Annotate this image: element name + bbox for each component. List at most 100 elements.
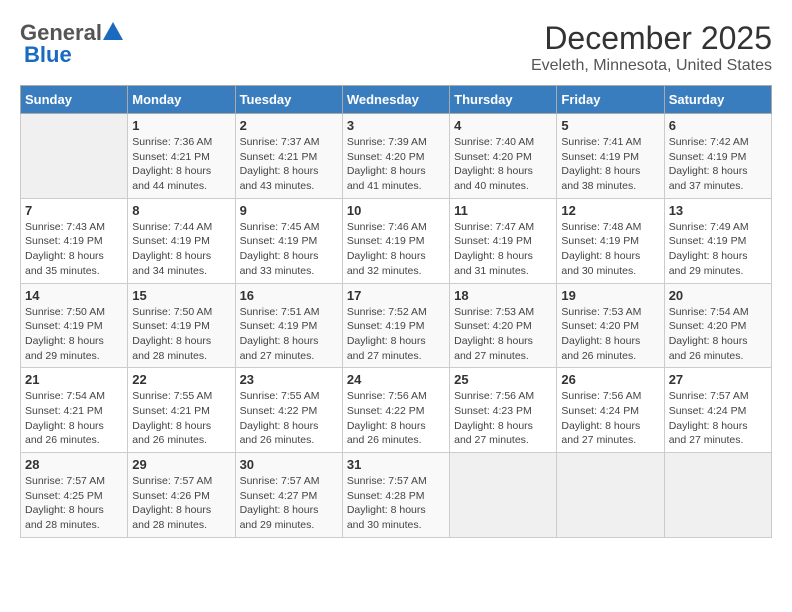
day-info: Sunrise: 7:54 AMSunset: 4:20 PMDaylight:… bbox=[669, 305, 767, 364]
calendar-cell: 10 Sunrise: 7:46 AMSunset: 4:19 PMDayligh… bbox=[342, 198, 449, 283]
day-info: Sunrise: 7:50 AMSunset: 4:19 PMDaylight:… bbox=[25, 305, 123, 364]
calendar-cell: 24 Sunrise: 7:56 AMSunset: 4:22 PMDayligh… bbox=[342, 368, 449, 453]
calendar-cell: 3 Sunrise: 7:39 AMSunset: 4:20 PMDaylight… bbox=[342, 114, 449, 199]
day-info: Sunrise: 7:48 AMSunset: 4:19 PMDaylight:… bbox=[561, 220, 659, 279]
day-number: 27 bbox=[669, 372, 767, 387]
logo: General Blue bbox=[20, 20, 123, 68]
day-info: Sunrise: 7:56 AMSunset: 4:22 PMDaylight:… bbox=[347, 389, 445, 448]
calendar-cell: 28 Sunrise: 7:57 AMSunset: 4:25 PMDayligh… bbox=[21, 453, 128, 538]
calendar-cell: 17 Sunrise: 7:52 AMSunset: 4:19 PMDayligh… bbox=[342, 283, 449, 368]
calendar-cell: 16 Sunrise: 7:51 AMSunset: 4:19 PMDayligh… bbox=[235, 283, 342, 368]
day-number: 17 bbox=[347, 288, 445, 303]
day-number: 3 bbox=[347, 118, 445, 133]
calendar-header-tuesday: Tuesday bbox=[235, 86, 342, 114]
day-info: Sunrise: 7:55 AMSunset: 4:21 PMDaylight:… bbox=[132, 389, 230, 448]
day-number: 15 bbox=[132, 288, 230, 303]
calendar-cell: 4 Sunrise: 7:40 AMSunset: 4:20 PMDaylight… bbox=[450, 114, 557, 199]
calendar-cell: 9 Sunrise: 7:45 AMSunset: 4:19 PMDaylight… bbox=[235, 198, 342, 283]
calendar-cell: 2Sunrise: 7:37 AMSunset: 4:21 PMDaylight… bbox=[235, 114, 342, 199]
calendar-cell: 31 Sunrise: 7:57 AMSunset: 4:28 PMDayligh… bbox=[342, 453, 449, 538]
day-info: Sunrise: 7:50 AMSunset: 4:19 PMDaylight:… bbox=[132, 305, 230, 364]
day-number: 12 bbox=[561, 203, 659, 218]
day-info: Sunrise: 7:39 AMSunset: 4:20 PMDaylight:… bbox=[347, 135, 445, 194]
day-number: 24 bbox=[347, 372, 445, 387]
day-number: 9 bbox=[240, 203, 338, 218]
calendar-cell bbox=[557, 453, 664, 538]
day-info: Sunrise: 7:40 AMSunset: 4:20 PMDaylight:… bbox=[454, 135, 552, 194]
logo-blue-text: Blue bbox=[24, 42, 72, 67]
day-info: Sunrise: 7:43 AMSunset: 4:19 PMDaylight:… bbox=[25, 220, 123, 279]
day-info: Sunrise: 7:52 AMSunset: 4:19 PMDaylight:… bbox=[347, 305, 445, 364]
day-info: Sunrise: 7:57 AMSunset: 4:26 PMDaylight:… bbox=[132, 474, 230, 533]
calendar-cell: 21 Sunrise: 7:54 AMSunset: 4:21 PMDayligh… bbox=[21, 368, 128, 453]
day-number: 21 bbox=[25, 372, 123, 387]
day-number: 28 bbox=[25, 457, 123, 472]
title-block: December 2025 Eveleth, Minnesota, United… bbox=[531, 20, 772, 75]
calendar-cell: 26Sunrise: 7:56 AMSunset: 4:24 PMDayligh… bbox=[557, 368, 664, 453]
day-info: Sunrise: 7:53 AMSunset: 4:20 PMDaylight:… bbox=[561, 305, 659, 364]
calendar-cell: 6 Sunrise: 7:42 AMSunset: 4:19 PMDaylight… bbox=[664, 114, 771, 199]
calendar-week-row: 28 Sunrise: 7:57 AMSunset: 4:25 PMDayligh… bbox=[21, 453, 772, 538]
day-info: Sunrise: 7:57 AMSunset: 4:24 PMDaylight:… bbox=[669, 389, 767, 448]
logo-triangle-icon bbox=[103, 22, 123, 40]
calendar-cell: 20 Sunrise: 7:54 AMSunset: 4:20 PMDayligh… bbox=[664, 283, 771, 368]
day-number: 1 bbox=[132, 118, 230, 133]
day-info: Sunrise: 7:53 AMSunset: 4:20 PMDaylight:… bbox=[454, 305, 552, 364]
day-number: 7 bbox=[25, 203, 123, 218]
day-info: Sunrise: 7:45 AMSunset: 4:19 PMDaylight:… bbox=[240, 220, 338, 279]
day-number: 2 bbox=[240, 118, 338, 133]
day-number: 26 bbox=[561, 372, 659, 387]
day-info: Sunrise: 7:49 AMSunset: 4:19 PMDaylight:… bbox=[669, 220, 767, 279]
day-info: Sunrise: 7:51 AMSunset: 4:19 PMDaylight:… bbox=[240, 305, 338, 364]
calendar-week-row: 14 Sunrise: 7:50 AMSunset: 4:19 PMDayligh… bbox=[21, 283, 772, 368]
calendar-header-thursday: Thursday bbox=[450, 86, 557, 114]
calendar-week-row: 7 Sunrise: 7:43 AMSunset: 4:19 PMDaylight… bbox=[21, 198, 772, 283]
day-info: Sunrise: 7:57 AMSunset: 4:27 PMDaylight:… bbox=[240, 474, 338, 533]
day-info: Sunrise: 7:44 AMSunset: 4:19 PMDaylight:… bbox=[132, 220, 230, 279]
calendar-cell: 15 Sunrise: 7:50 AMSunset: 4:19 PMDayligh… bbox=[128, 283, 235, 368]
calendar-cell bbox=[664, 453, 771, 538]
calendar-cell: 8 Sunrise: 7:44 AMSunset: 4:19 PMDaylight… bbox=[128, 198, 235, 283]
day-info: Sunrise: 7:46 AMSunset: 4:19 PMDaylight:… bbox=[347, 220, 445, 279]
day-number: 11 bbox=[454, 203, 552, 218]
day-info: Sunrise: 7:42 AMSunset: 4:19 PMDaylight:… bbox=[669, 135, 767, 194]
calendar-cell: 14 Sunrise: 7:50 AMSunset: 4:19 PMDayligh… bbox=[21, 283, 128, 368]
calendar-header-wednesday: Wednesday bbox=[342, 86, 449, 114]
calendar-cell: 30 Sunrise: 7:57 AMSunset: 4:27 PMDayligh… bbox=[235, 453, 342, 538]
calendar-cell: 19 Sunrise: 7:53 AMSunset: 4:20 PMDayligh… bbox=[557, 283, 664, 368]
calendar-header-row: SundayMondayTuesdayWednesdayThursdayFrid… bbox=[21, 86, 772, 114]
calendar-cell: 11 Sunrise: 7:47 AMSunset: 4:19 PMDayligh… bbox=[450, 198, 557, 283]
calendar-header-friday: Friday bbox=[557, 86, 664, 114]
calendar-cell: 29 Sunrise: 7:57 AMSunset: 4:26 PMDayligh… bbox=[128, 453, 235, 538]
page-title: December 2025 bbox=[531, 20, 772, 57]
day-number: 10 bbox=[347, 203, 445, 218]
day-number: 18 bbox=[454, 288, 552, 303]
calendar-cell: 1 Sunrise: 7:36 AMSunset: 4:21 PMDaylight… bbox=[128, 114, 235, 199]
day-number: 20 bbox=[669, 288, 767, 303]
day-number: 6 bbox=[669, 118, 767, 133]
day-info: Sunrise: 7:54 AMSunset: 4:21 PMDaylight:… bbox=[25, 389, 123, 448]
calendar-header-sunday: Sunday bbox=[21, 86, 128, 114]
day-number: 14 bbox=[25, 288, 123, 303]
day-info: Sunrise: 7:55 AMSunset: 4:22 PMDaylight:… bbox=[240, 389, 338, 448]
calendar-cell: 27 Sunrise: 7:57 AMSunset: 4:24 PMDayligh… bbox=[664, 368, 771, 453]
day-number: 30 bbox=[240, 457, 338, 472]
day-info: Sunrise: 7:41 AMSunset: 4:19 PMDaylight:… bbox=[561, 135, 659, 194]
day-info: Sunrise: 7:57 AMSunset: 4:28 PMDaylight:… bbox=[347, 474, 445, 533]
day-number: 5 bbox=[561, 118, 659, 133]
calendar-cell: 7 Sunrise: 7:43 AMSunset: 4:19 PMDaylight… bbox=[21, 198, 128, 283]
day-number: 16 bbox=[240, 288, 338, 303]
day-number: 4 bbox=[454, 118, 552, 133]
calendar-cell: 12 Sunrise: 7:48 AMSunset: 4:19 PMDayligh… bbox=[557, 198, 664, 283]
day-info: Sunrise: 7:47 AMSunset: 4:19 PMDaylight:… bbox=[454, 220, 552, 279]
calendar-table: SundayMondayTuesdayWednesdayThursdayFrid… bbox=[20, 85, 772, 538]
day-info: Sunrise: 7:57 AMSunset: 4:25 PMDaylight:… bbox=[25, 474, 123, 533]
calendar-cell: 13Sunrise: 7:49 AMSunset: 4:19 PMDayligh… bbox=[664, 198, 771, 283]
calendar-cell bbox=[21, 114, 128, 199]
day-number: 19 bbox=[561, 288, 659, 303]
day-number: 8 bbox=[132, 203, 230, 218]
day-number: 31 bbox=[347, 457, 445, 472]
day-number: 29 bbox=[132, 457, 230, 472]
day-info: Sunrise: 7:36 AMSunset: 4:21 PMDaylight:… bbox=[132, 135, 230, 194]
calendar-cell: 23Sunrise: 7:55 AMSunset: 4:22 PMDayligh… bbox=[235, 368, 342, 453]
